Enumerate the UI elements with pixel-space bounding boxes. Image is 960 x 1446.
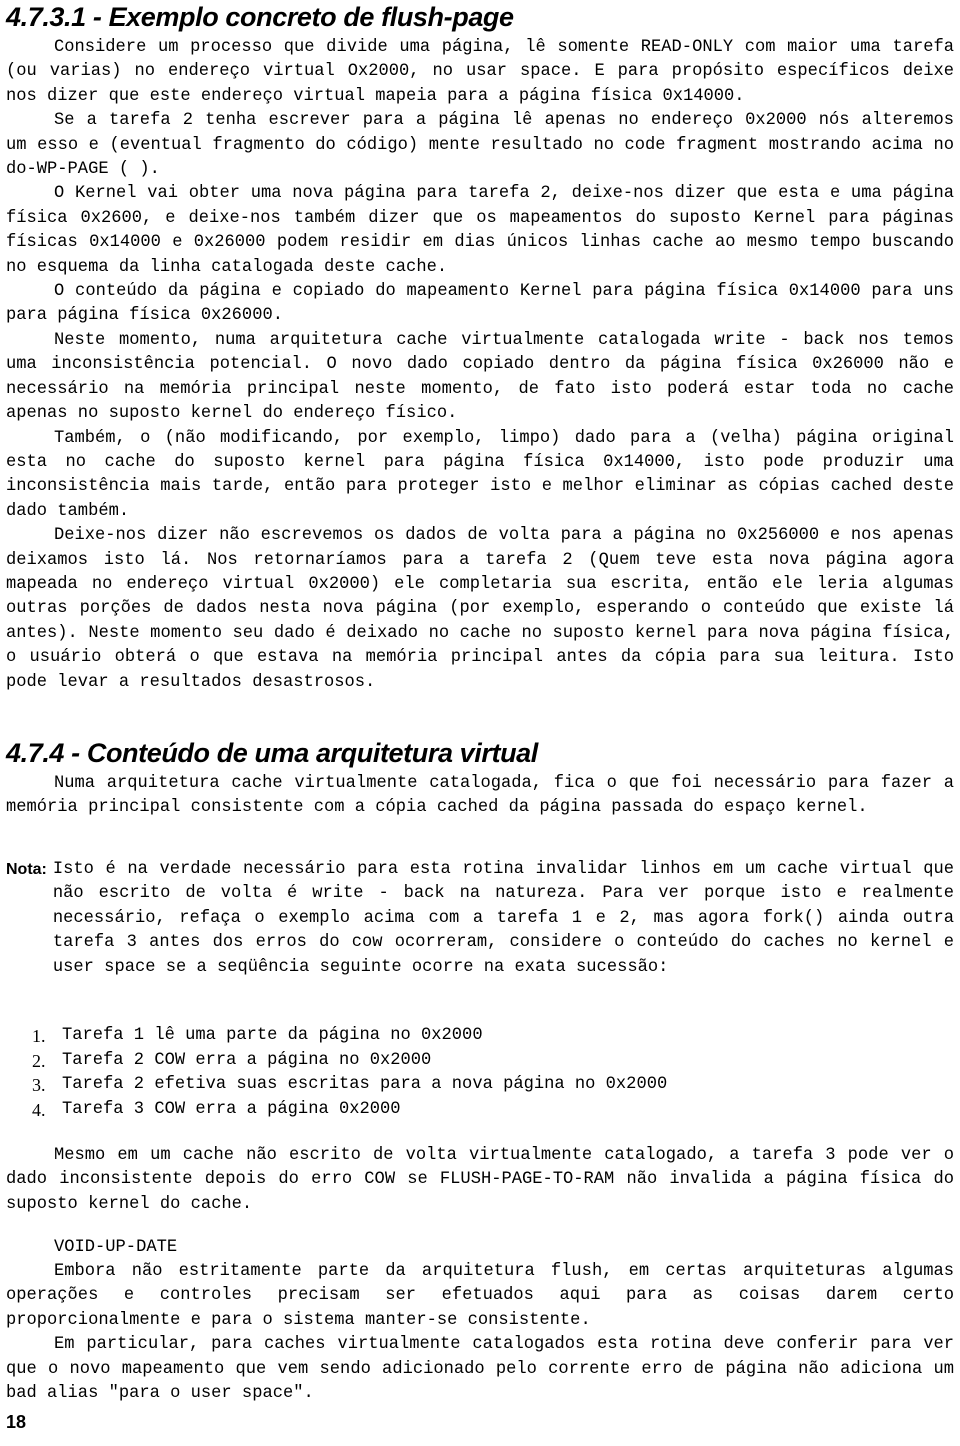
paragraph: Deixe-nos dizer não escrevemos os dados … <box>6 526 954 692</box>
document-page: 4.7.3.1 - Exemplo concreto de flush-page… <box>0 0 960 1446</box>
paragraph: Numa arquitetura cache virtualmente cata… <box>6 774 954 818</box>
note-text: Isto é na verdade necessário para esta r… <box>52 860 954 977</box>
paragraph: Mesmo em um cache não escrito de volta v… <box>6 1146 954 1214</box>
list-item: Tarefa 1 lê uma parte da página no 0x200… <box>32 1024 483 1048</box>
tail-paragraph-block-2: Embora não estritamente parte da arquite… <box>6 1260 954 1406</box>
paragraph: Neste momento, numa arquitetura cache vi… <box>6 330 954 424</box>
page-number: 18 <box>6 1412 27 1432</box>
list-item: Tarefa 2 efetiva suas escritas para a no… <box>32 1073 668 1097</box>
note-block: Nota: Isto é na verdade necessário para … <box>6 858 954 980</box>
intro-paragraph-block: Considere um processo que divide uma pág… <box>6 36 954 695</box>
paragraph: O Kernel vai obter uma nova página para … <box>6 184 954 277</box>
void-update-label: VOID-UP-DATE <box>54 1238 178 1257</box>
tail-paragraph-block-1: Mesmo em um cache não escrito de volta v… <box>6 1144 954 1217</box>
section-heading-4-7-3-1: 4.7.3.1 - Exemplo concreto de flush-page <box>6 2 514 32</box>
list-item: Tarefa 2 COW erra a página no 0x2000 <box>32 1049 432 1073</box>
paragraph: Em particular, para caches virtualmente … <box>6 1335 954 1404</box>
paragraph: Considere um processo que divide uma pág… <box>6 38 954 106</box>
section2-paragraph-block: Numa arquitetura cache virtualmente cata… <box>6 772 954 821</box>
section-heading-4-7-4: 4.7.4 - Conteúdo de uma arquitetura virt… <box>6 738 538 768</box>
list-item: Tarefa 3 COW erra a página 0x2000 <box>32 1098 401 1122</box>
paragraph: O conteúdo da página e copiado do mapeam… <box>6 282 954 326</box>
paragraph: Embora não estritamente parte da arquite… <box>6 1262 954 1330</box>
note-label: Nota: <box>6 861 47 878</box>
ordered-steps-list: Tarefa 1 lê uma parte da página no 0x200… <box>30 1024 667 1122</box>
paragraph: Também, o (não modificando, por exemplo,… <box>6 428 954 521</box>
paragraph: Se a tarefa 2 tenha escrever para a pági… <box>6 111 954 180</box>
